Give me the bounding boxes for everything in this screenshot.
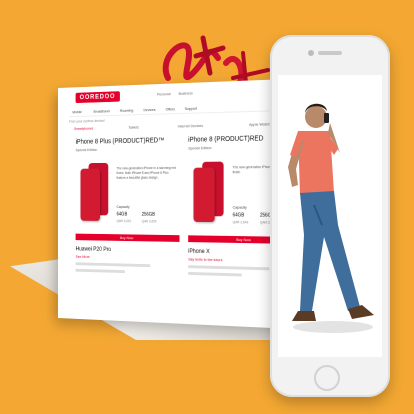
- product-card-small: Huawei P20 Pro See More: [75, 247, 180, 275]
- nav-roaming[interactable]: Roaming: [120, 108, 133, 113]
- brand-logo[interactable]: OOREDOO: [75, 91, 120, 104]
- man-walking-on-phone-figure: [288, 103, 374, 333]
- capacity-label: Capacity: [232, 204, 247, 210]
- product-name[interactable]: Huawei P20 Pro: [76, 247, 180, 255]
- tab-business[interactable]: Business: [179, 90, 193, 95]
- phone-screen: [278, 75, 382, 357]
- capacity-label: Capacity: [116, 204, 130, 209]
- price: QAR 2,649: [232, 220, 249, 225]
- nav-offers[interactable]: Offers: [166, 106, 175, 111]
- product-card: iPhone 8 Plus (PRODUCT)RED™ Special Edit…: [75, 137, 185, 320]
- product-edition: Special Edition: [75, 147, 98, 153]
- price: QAR 3,629: [141, 219, 157, 224]
- speaker-grill: [318, 51, 342, 55]
- capacity-option[interactable]: 64GB: [233, 212, 245, 218]
- filter-tablets[interactable]: Tablets: [128, 125, 139, 130]
- nav-broadband[interactable]: Broadband: [93, 108, 109, 113]
- filter-internet-devices[interactable]: Internet Devices: [178, 123, 203, 128]
- smartphone-frame: [270, 35, 390, 397]
- filter-apple-watch[interactable]: Apple Watch: [249, 121, 270, 126]
- iphone-red-image[interactable]: [193, 158, 225, 223]
- price: QAR 3,029: [116, 219, 132, 224]
- product-description: The new-generation iPhone in a stunning …: [116, 165, 176, 180]
- search-hint: Find your perfect device!: [69, 117, 105, 124]
- camera-dot: [308, 50, 314, 56]
- home-button[interactable]: [314, 365, 340, 391]
- nav-mobile[interactable]: Mobile: [72, 109, 82, 114]
- ad-banner: OOREDOO Personal Business Mobile Broadba…: [0, 0, 414, 414]
- product-name[interactable]: iPhone 8 Plus (PRODUCT)RED™: [76, 137, 185, 145]
- buy-now-button[interactable]: Buy Now: [75, 233, 180, 242]
- nav-devices[interactable]: Devices: [143, 107, 155, 112]
- tab-personal[interactable]: Personal: [157, 91, 171, 96]
- capacity-option[interactable]: 64GB: [117, 212, 128, 218]
- see-more-link[interactable]: See More: [76, 254, 180, 261]
- filter-smartphones[interactable]: Smartphones: [74, 126, 93, 131]
- capacity-option[interactable]: 256GB: [142, 212, 155, 218]
- iphone-red-image[interactable]: [80, 159, 109, 221]
- nav-support[interactable]: Support: [185, 106, 197, 111]
